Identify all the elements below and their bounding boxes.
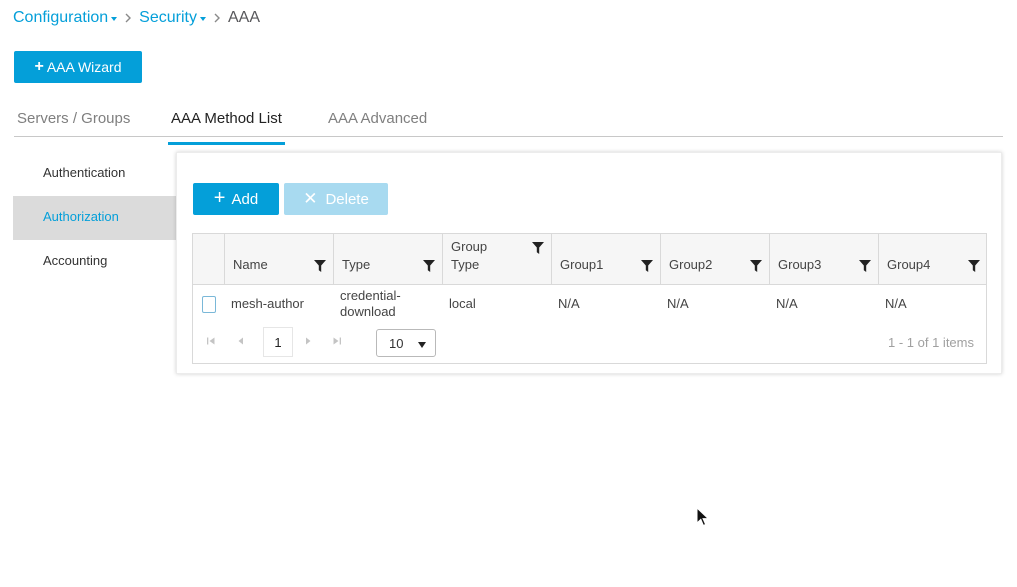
delete-button-label: Delete — [325, 190, 369, 208]
add-button[interactable]: + Add — [193, 183, 279, 215]
breadcrumb-security-label: Security — [139, 9, 197, 26]
tab-aaa-advanced[interactable]: AAA Advanced — [328, 110, 427, 136]
mouse-cursor-icon — [696, 507, 710, 527]
caret-down-icon — [418, 342, 426, 348]
tab-servers-groups[interactable]: Servers / Groups — [17, 110, 130, 136]
cell-group1: N/A — [558, 296, 580, 311]
cell-name: mesh-author — [231, 296, 304, 311]
method-list-grid: Name Type Group Type Group1 Group2 Group… — [192, 233, 987, 364]
filter-icon[interactable] — [423, 260, 435, 272]
chevron-right-icon — [206, 13, 228, 23]
next-page-icon[interactable] — [301, 334, 315, 348]
column-header-group3[interactable]: Group3 — [769, 234, 878, 284]
filter-icon[interactable] — [641, 260, 653, 272]
page-number-button[interactable]: 1 — [263, 327, 293, 357]
plus-icon: + — [213, 187, 226, 209]
add-button-label: Add — [231, 190, 259, 208]
column-header-type[interactable]: Type — [333, 234, 442, 284]
page-size-select[interactable]: 10 — [376, 329, 436, 357]
chevron-right-icon — [117, 13, 139, 23]
cell-group-type: local — [449, 296, 476, 311]
filter-icon[interactable] — [750, 260, 762, 272]
column-header-group-type[interactable]: Group Type — [442, 234, 551, 284]
column-header-name[interactable]: Name — [224, 234, 333, 284]
cell-group3: N/A — [776, 296, 798, 311]
grid-header: Name Type Group Type Group1 Group2 Group… — [193, 234, 986, 285]
column-header-group2[interactable]: Group2 — [660, 234, 769, 284]
table-row[interactable]: mesh-author credential-download local N/… — [193, 285, 986, 323]
previous-page-icon[interactable] — [234, 334, 248, 348]
filter-icon[interactable] — [859, 260, 871, 272]
sidenav-item-authorization[interactable]: Authorization — [13, 196, 176, 240]
column-label: Type — [342, 257, 371, 272]
close-icon: ✕ — [303, 189, 318, 208]
aaa-wizard-button[interactable]: + AAA Wizard — [14, 51, 142, 83]
breadcrumb-configuration-label: Configuration — [13, 9, 109, 26]
last-page-icon[interactable] — [330, 334, 344, 348]
breadcrumb-configuration[interactable]: Configuration — [13, 9, 118, 27]
cell-group4: N/A — [885, 296, 907, 311]
column-label: Name — [233, 257, 268, 272]
header-select-column — [192, 234, 225, 284]
breadcrumb-current: AAA — [227, 9, 260, 26]
grid-pager: 1 10 1 - 1 of 1 items — [193, 323, 986, 363]
column-header-group4[interactable]: Group4 — [878, 234, 987, 284]
column-label: Group4 — [887, 257, 931, 272]
column-label: Group Type — [451, 239, 488, 272]
sidenav-item-authentication[interactable]: Authentication — [13, 152, 176, 196]
authorization-panel: + Add ✕ Delete Name Type Group Type Grou… — [176, 152, 1002, 374]
first-page-icon[interactable] — [204, 334, 218, 348]
delete-button[interactable]: ✕ Delete — [284, 183, 388, 215]
filter-icon[interactable] — [532, 242, 544, 254]
column-label: Group1 — [560, 257, 604, 272]
plus-icon: + — [34, 58, 44, 75]
tab-bar: Servers / Groups AAA Method List AAA Adv… — [14, 100, 1003, 145]
column-header-group1[interactable]: Group1 — [551, 234, 660, 284]
pager-info: 1 - 1 of 1 items — [888, 335, 974, 350]
page-size-value: 10 — [389, 335, 404, 351]
aaa-wizard-label: AAA Wizard — [46, 59, 122, 75]
method-list-sidenav: Authentication Authorization Accounting — [13, 152, 176, 284]
filter-icon[interactable] — [314, 260, 326, 272]
filter-icon[interactable] — [968, 260, 980, 272]
breadcrumb: Configuration Security AAA — [13, 8, 260, 28]
breadcrumb-security[interactable]: Security — [139, 9, 206, 27]
cell-group2: N/A — [667, 296, 689, 311]
tab-aaa-method-list[interactable]: AAA Method List — [168, 110, 285, 145]
column-label: Group2 — [669, 257, 713, 272]
sidenav-item-accounting[interactable]: Accounting — [13, 240, 176, 284]
cell-type: credential-download — [340, 288, 401, 319]
column-label: Group3 — [778, 257, 822, 272]
row-select-checkbox[interactable] — [202, 296, 216, 313]
